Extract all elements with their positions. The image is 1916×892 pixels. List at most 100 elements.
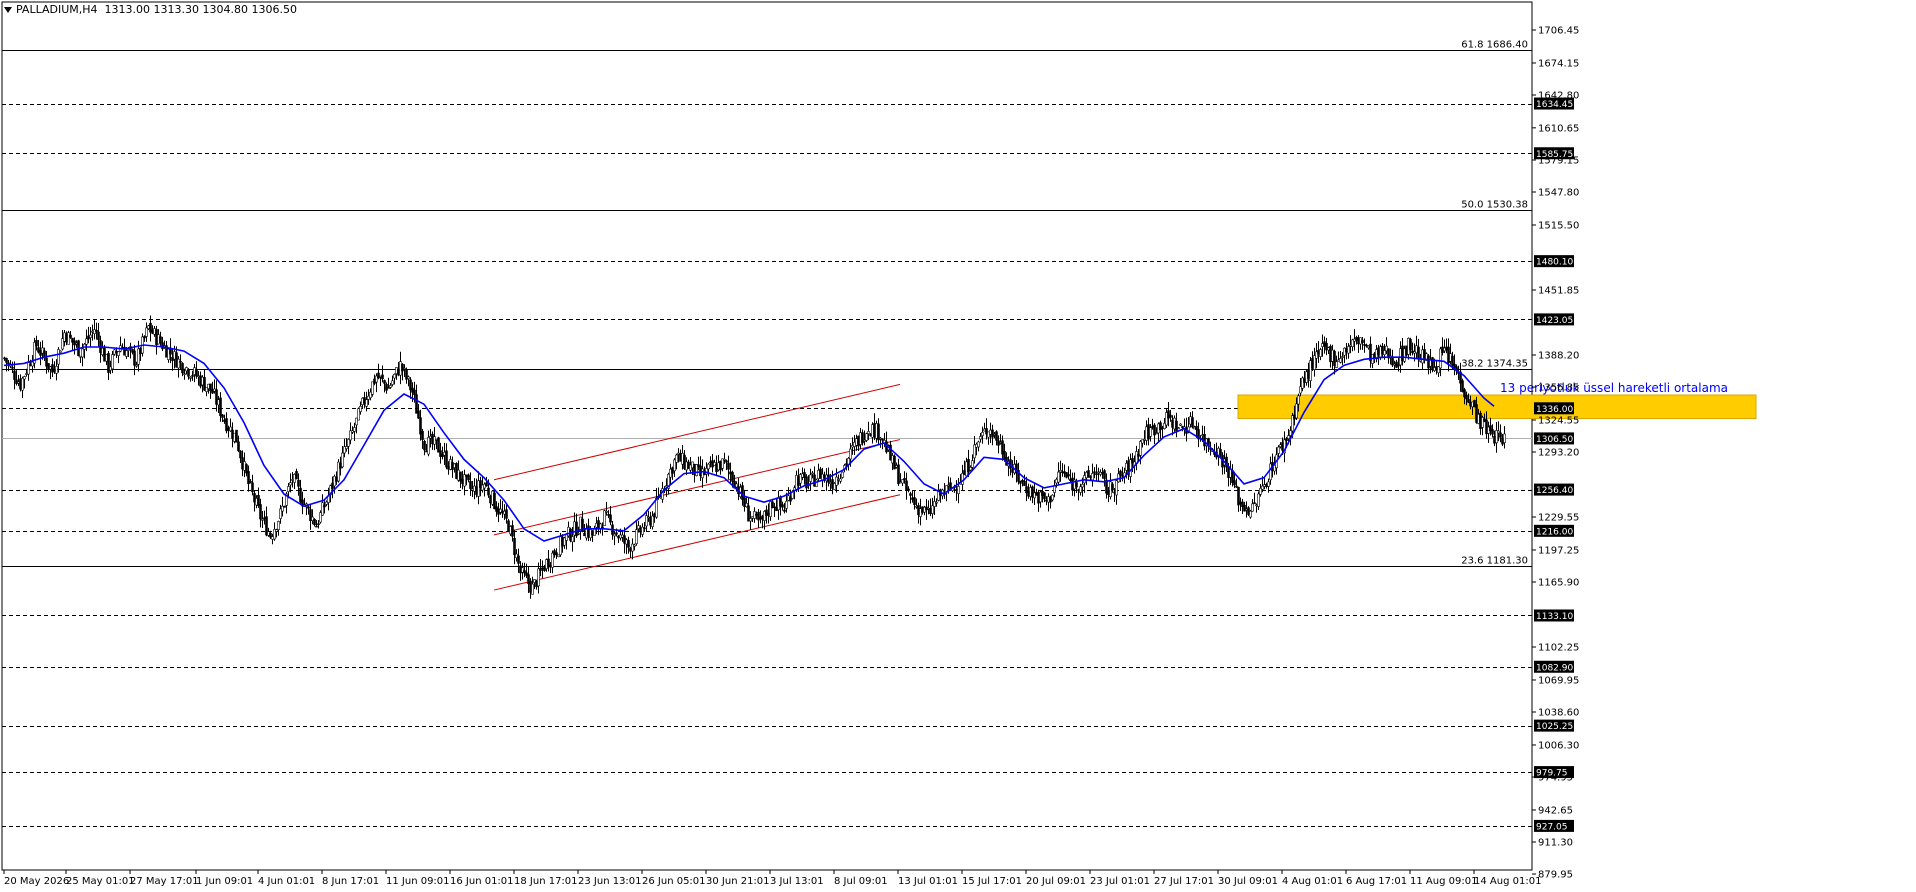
candle-body	[257, 495, 260, 507]
candle-body	[1071, 477, 1074, 491]
candle-body	[633, 544, 636, 547]
candle-body	[1323, 341, 1326, 347]
x-tick-label: 14 Aug 01:01	[1474, 876, 1541, 887]
y-tick-label: 1229.55	[1538, 512, 1579, 523]
candle-body	[979, 436, 982, 440]
candle-body	[155, 329, 158, 345]
candle-body	[1341, 356, 1344, 358]
candle-body	[1471, 401, 1474, 408]
candle-body	[945, 485, 948, 492]
candle-body	[1287, 435, 1290, 439]
candle-body	[1077, 489, 1080, 492]
candle-body	[1281, 442, 1284, 451]
candle-body	[187, 369, 190, 377]
candle-body	[181, 363, 184, 374]
candle-body	[1075, 482, 1078, 488]
candle-body	[59, 350, 62, 353]
candle-body	[103, 347, 106, 362]
candle-body	[723, 458, 726, 461]
candle-body	[603, 510, 606, 526]
candle-body	[505, 509, 508, 519]
candle-body	[1113, 491, 1116, 494]
candle-body	[1159, 422, 1162, 431]
candle-body	[1361, 339, 1364, 343]
y-tick-label: 1388.20	[1538, 350, 1579, 361]
candle-body	[1195, 426, 1198, 431]
candle-body	[1045, 499, 1048, 502]
candle-body	[1099, 472, 1102, 475]
candle-body	[1189, 416, 1192, 425]
candle-body	[55, 366, 58, 374]
candle-body	[195, 368, 198, 377]
y-tick-label: 1006.30	[1538, 740, 1579, 751]
candle-body	[1473, 399, 1476, 408]
candle-body	[11, 367, 14, 369]
candle-body	[171, 356, 174, 361]
x-tick-label: 15 Jul 17:01	[962, 876, 1022, 887]
candle-body	[235, 429, 238, 443]
candle-body	[259, 504, 262, 520]
candle-body	[517, 555, 520, 564]
channel-lower-line	[493, 494, 901, 591]
candle-body	[389, 385, 392, 388]
candle-body	[5, 358, 8, 363]
candle-body	[1029, 487, 1032, 497]
candle-body	[133, 350, 136, 366]
candle-body	[1407, 338, 1410, 355]
candle-body	[1035, 491, 1038, 496]
x-tick-label: 23 Jul 01:01	[1090, 876, 1150, 887]
candle-body	[1303, 377, 1306, 383]
candle-body	[413, 389, 416, 396]
y-tick-label: 1451.85	[1538, 285, 1579, 296]
candle-body	[555, 552, 558, 556]
candle-body	[105, 354, 108, 362]
candle-body	[897, 464, 900, 485]
candle-body	[1331, 349, 1334, 362]
candle-body	[1201, 434, 1204, 437]
candle-body	[1247, 507, 1250, 515]
candle-body	[1177, 427, 1180, 430]
candle-body	[253, 493, 256, 503]
level-price-label: 1216.00	[1536, 527, 1573, 537]
candle-body	[485, 482, 488, 487]
candle-body	[23, 376, 26, 380]
level-price-label: 1480.10	[1536, 258, 1573, 268]
candle-body	[991, 429, 994, 438]
candle-body	[785, 500, 788, 509]
candle-body	[1435, 366, 1438, 371]
candle-body	[1251, 503, 1254, 512]
candle-body	[1363, 344, 1366, 346]
candle-body	[1469, 401, 1472, 407]
candle-body	[147, 325, 150, 329]
candle-body	[1451, 355, 1454, 366]
candle-body	[391, 380, 394, 385]
candle-body	[233, 432, 236, 442]
candle-body	[185, 367, 188, 372]
candle-body	[1151, 426, 1154, 428]
candle-body	[35, 340, 38, 347]
candle-body	[551, 552, 554, 568]
candle-body	[427, 437, 430, 455]
candle-body	[577, 533, 580, 535]
x-tick-label: 1 Jun 09:01	[196, 876, 253, 887]
chart-header: PALLADIUM,H4 1313.00 1313.30 1304.80 130…	[4, 3, 297, 16]
candle-body	[219, 397, 222, 417]
symbol-dropdown-icon[interactable]	[4, 7, 12, 13]
candle-body	[1463, 389, 1466, 398]
candle-body	[1405, 345, 1408, 356]
candle-body	[211, 389, 214, 394]
candle-body	[179, 361, 182, 363]
candle-body	[815, 479, 818, 487]
chart-canvas[interactable]: 61.8 1686.40 50.0 1530.38 38.2 1374.35 23.6…	[0, 0, 1916, 888]
candle-body	[93, 329, 96, 335]
candle-body	[835, 476, 838, 486]
candle-body	[3, 357, 6, 360]
channel-mid-line	[493, 439, 901, 536]
candle-body	[1169, 414, 1172, 418]
candle-body	[809, 474, 812, 482]
candle-body	[1347, 346, 1350, 354]
candle-body	[1335, 361, 1338, 368]
candle-body	[537, 568, 540, 587]
price-chart[interactable]: 61.8 1686.40 50.0 1530.38 38.2 1374.35 23.6…	[0, 0, 1916, 888]
candle-body	[1497, 430, 1500, 434]
